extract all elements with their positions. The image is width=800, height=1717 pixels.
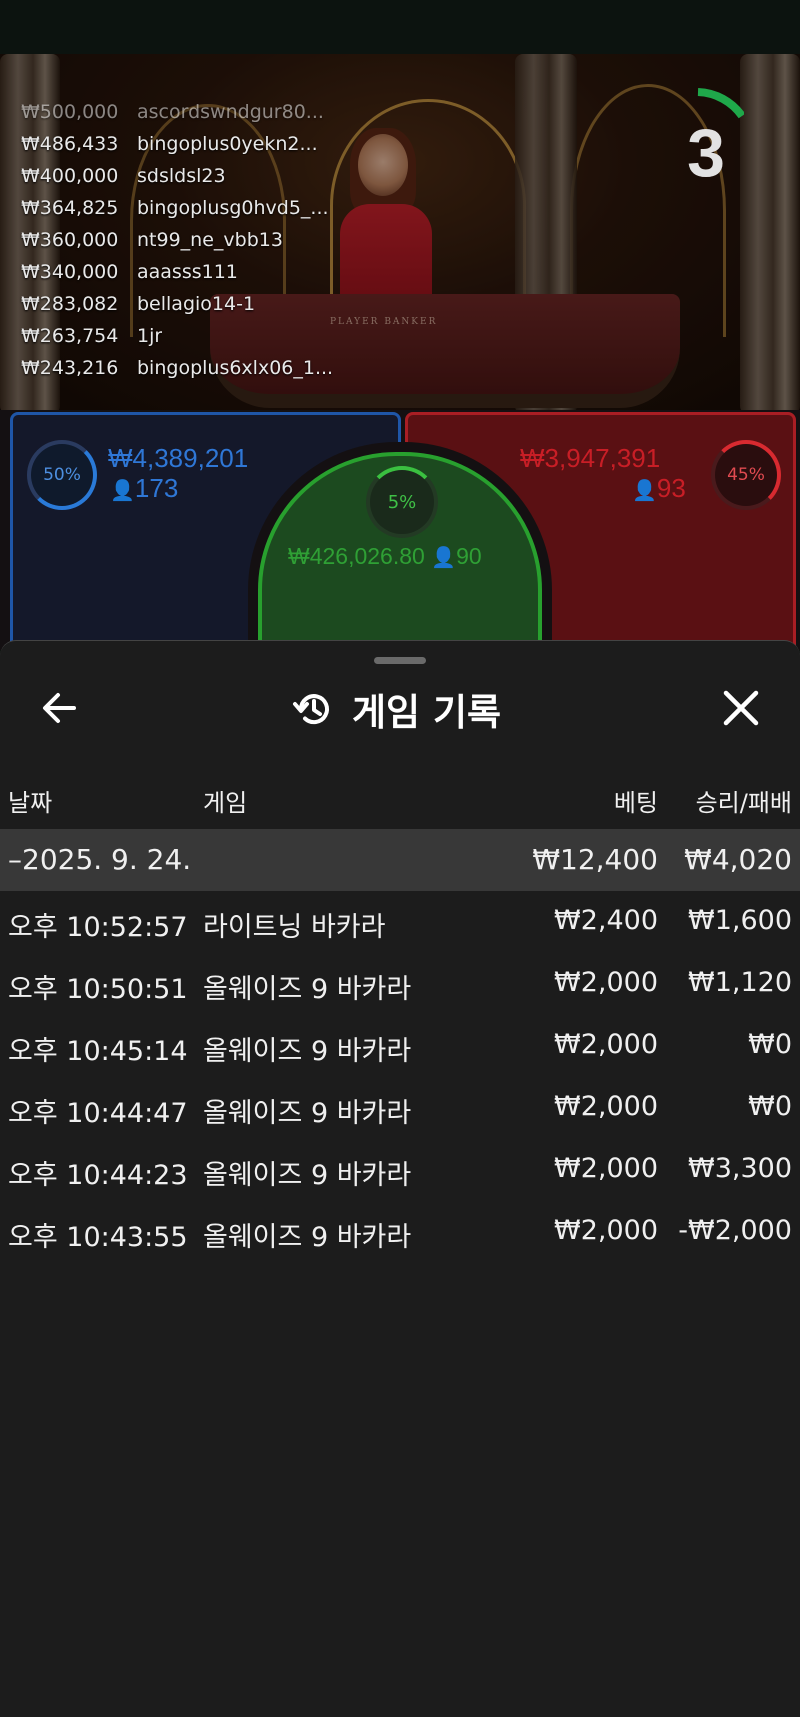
winner-amount: ₩263,754 <box>21 325 119 347</box>
person-icon: 👤 <box>431 547 457 569</box>
winner-item: ₩243,216 bingoplus6xlx06_1... <box>21 352 341 384</box>
winner-item: ₩400,000 sdsldsl23 <box>21 160 341 192</box>
row-time: 오후 10:44:23 <box>8 1160 188 1191</box>
tie-total-amount: ₩426,026.80 <box>288 543 425 569</box>
history-row[interactable]: 오후 10:44:23 올웨이즈 9 바카라 ₩2,000 ₩3,300 <box>0 1139 800 1201</box>
row-bet: ₩2,000 <box>554 1029 658 1060</box>
row-winloss: ₩0 <box>748 1029 792 1060</box>
player-percent: 50% <box>43 465 81 485</box>
winners-list: ₩500,000 ascordswndgur80... ₩486,433 bingo… <box>21 96 341 384</box>
history-row[interactable]: 오후 10:45:14 올웨이즈 9 바카라 ₩2,000 ₩0 <box>0 1015 800 1077</box>
game-history-sheet: 게임 기록 날짜 게임 베팅 승리/패배 –2025. 9. 24. ₩12,4… <box>0 640 800 1717</box>
winner-item: ₩360,000 nt99_ne_vbb13 <box>21 224 341 256</box>
player-percent-ring: 50% <box>27 440 97 510</box>
tie-percent-ring: 5% <box>366 466 438 538</box>
row-time: 오후 10:45:14 <box>8 1036 188 1067</box>
banker-total-amount: ₩3,947,391 <box>520 443 661 473</box>
winner-amount: ₩283,082 <box>21 293 119 315</box>
column-header-winloss: 승리/패배 <box>695 789 792 817</box>
sheet-drag-handle[interactable] <box>374 657 426 664</box>
winner-user: bingoplus6xlx06_1... <box>137 357 334 379</box>
summary-bet: ₩12,400 <box>532 843 658 876</box>
winner-amount: ₩243,216 <box>21 357 119 379</box>
winner-amount: ₩364,825 <box>21 197 119 219</box>
column-header-bet: 베팅 <box>613 789 658 817</box>
winner-amount: ₩500,000 <box>21 101 119 123</box>
row-winloss: ₩1,120 <box>688 967 792 998</box>
row-time: 오후 10:43:55 <box>8 1222 188 1253</box>
player-total-amount: ₩4,389,201 <box>108 443 249 473</box>
winner-user: sdsldsl23 <box>137 165 226 187</box>
sheet-header: 게임 기록 <box>292 683 501 735</box>
row-bet: ₩2,000 <box>554 967 658 998</box>
banker-count-value: 93 <box>656 473 686 503</box>
winner-user: 1jr <box>137 325 163 347</box>
winner-amount: ₩486,433 <box>21 133 119 155</box>
back-button[interactable] <box>38 686 82 730</box>
winner-item: ₩283,082 bellagio14-1 <box>21 288 341 320</box>
tie-totals: ₩426,026.80 👤90 <box>288 543 482 570</box>
row-time: 오후 10:50:51 <box>8 974 188 1005</box>
row-winloss: ₩3,300 <box>688 1153 792 1184</box>
row-game: 올웨이즈 9 바카라 <box>203 974 412 1005</box>
status-bar <box>0 0 800 54</box>
winner-user: nt99_ne_vbb13 <box>137 229 283 251</box>
player-count-value: 173 <box>134 473 179 503</box>
column-header-date: 날짜 <box>8 789 53 817</box>
tie-percent: 5% <box>387 491 417 513</box>
row-bet: ₩2,000 <box>554 1153 658 1184</box>
column-header-game: 게임 <box>203 789 248 817</box>
date-summary-row[interactable]: –2025. 9. 24. ₩12,400 ₩4,020 <box>0 829 800 891</box>
banker-percent: 45% <box>727 465 765 485</box>
winner-amount: ₩340,000 <box>21 261 119 283</box>
person-icon: 👤 <box>110 480 135 502</box>
tie-count-value: 90 <box>456 543 482 569</box>
close-button[interactable] <box>720 687 762 729</box>
summary-winloss: ₩4,020 <box>684 843 792 876</box>
close-icon <box>723 690 759 726</box>
history-row[interactable]: 오후 10:52:57 라이트닝 바카라 ₩2,400 ₩1,600 <box>0 891 800 953</box>
winner-item: ₩340,000 aaasss111 <box>21 256 341 288</box>
row-winloss: ₩1,600 <box>688 905 792 936</box>
countdown-timer: 3 <box>668 86 746 196</box>
row-winloss: -₩2,000 <box>678 1215 792 1246</box>
row-time: 오후 10:52:57 <box>8 912 188 943</box>
winner-user: aaasss111 <box>137 261 238 283</box>
row-game: 올웨이즈 9 바카라 <box>203 1036 412 1067</box>
winner-user: bellagio14-1 <box>137 293 256 315</box>
player-bettor-count: 👤173 <box>110 473 178 504</box>
banker-bettor-count: 👤93 <box>632 473 686 504</box>
banker-percent-ring: 45% <box>711 440 781 510</box>
winner-amount: ₩400,000 <box>21 165 119 187</box>
row-bet: ₩2,000 <box>554 1091 658 1122</box>
row-bet: ₩2,400 <box>554 905 658 936</box>
row-game: 올웨이즈 9 바카라 <box>203 1098 412 1129</box>
winner-user: bingoplus0yekn2... <box>137 133 318 155</box>
person-icon: 👤 <box>632 480 657 502</box>
summary-date: –2025. 9. 24. <box>8 843 192 876</box>
winner-user: ascordswndgur80... <box>137 101 324 123</box>
row-winloss: ₩0 <box>748 1091 792 1122</box>
history-icon <box>293 694 329 725</box>
history-row[interactable]: 오후 10:43:55 올웨이즈 9 바카라 ₩2,000 -₩2,000 <box>0 1201 800 1263</box>
history-row[interactable]: 오후 10:44:47 올웨이즈 9 바카라 ₩2,000 ₩0 <box>0 1077 800 1139</box>
row-game: 올웨이즈 9 바카라 <box>203 1160 412 1191</box>
arrow-left-icon <box>43 693 76 723</box>
winner-item: ₩263,754 1jr <box>21 320 341 352</box>
sheet-title: 게임 기록 <box>352 691 502 734</box>
winner-user: bingoplusg0hvd5_... <box>137 197 329 219</box>
winner-amount: ₩360,000 <box>21 229 119 251</box>
row-game: 라이트닝 바카라 <box>203 912 386 943</box>
winner-item: ₩500,000 ascordswndgur80... <box>21 96 341 128</box>
winner-item: ₩364,825 bingoplusg0hvd5_... <box>21 192 341 224</box>
row-time: 오후 10:44:47 <box>8 1098 188 1129</box>
winner-item: ₩486,433 bingoplus0yekn2... <box>21 128 341 160</box>
history-row[interactable]: 오후 10:50:51 올웨이즈 9 바카라 ₩2,000 ₩1,120 <box>0 953 800 1015</box>
row-game: 올웨이즈 9 바카라 <box>203 1222 412 1253</box>
row-bet: ₩2,000 <box>554 1215 658 1246</box>
countdown-number: 3 <box>687 115 725 191</box>
